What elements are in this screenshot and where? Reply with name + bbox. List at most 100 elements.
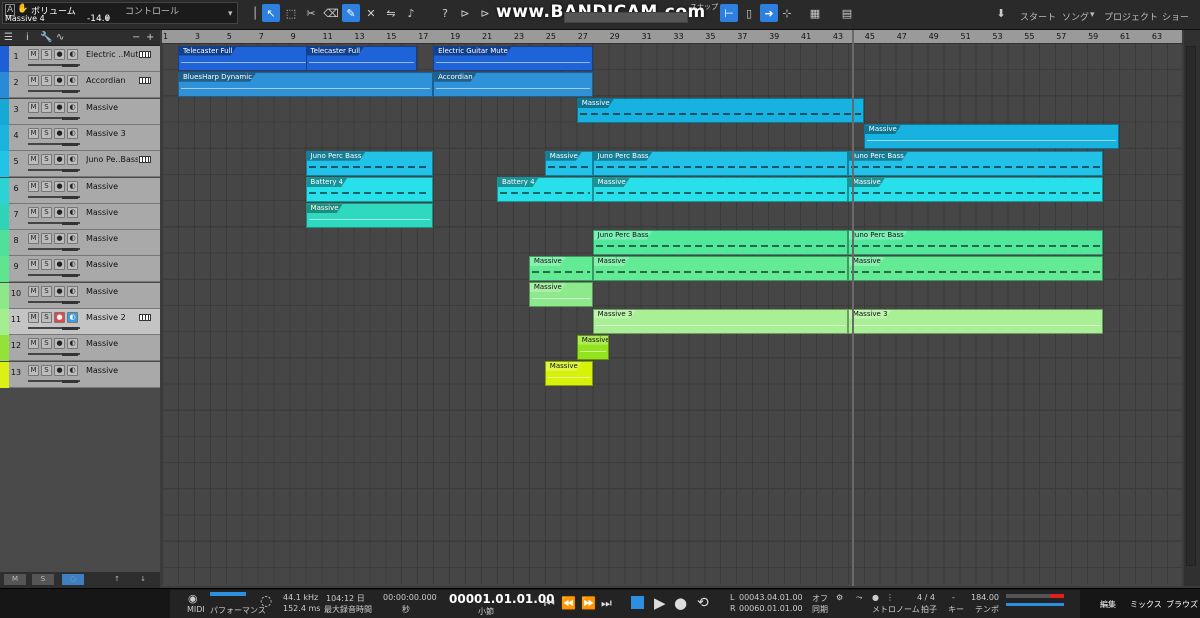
record-arm-icon[interactable]: ● [54, 180, 65, 192]
loop-left-value[interactable]: 00043.04.01.00 [739, 593, 803, 602]
solo-button[interactable]: S [41, 101, 52, 113]
monitor-icon[interactable]: ◐ [67, 259, 78, 271]
event-clip[interactable]: Juno Perc Bass [592, 229, 848, 255]
monitor-icon[interactable]: ◐ [67, 75, 78, 87]
event-clip[interactable]: Electric Guitar Mute [433, 45, 593, 71]
track-name[interactable]: Juno Pe..Bass [86, 155, 138, 164]
track-color-strip[interactable] [0, 72, 9, 99]
eraser-tool-icon[interactable]: ⌫ [322, 4, 340, 22]
bend-tool-icon[interactable]: ⇋ [382, 4, 400, 22]
sync-off[interactable]: オフ [812, 593, 828, 604]
track-header[interactable]: 3 M S ● ◐ Massive [0, 98, 160, 125]
wrench-icon[interactable]: 🔧 [40, 32, 52, 43]
fader-handle[interactable] [62, 327, 78, 330]
automation-icon[interactable]: ∿ [56, 32, 64, 43]
monitor-icon[interactable]: ◐ [67, 364, 78, 376]
event-clip[interactable]: Massive [528, 282, 593, 308]
track-name[interactable]: Massive 3 [86, 129, 138, 138]
track-name[interactable]: Massive [86, 366, 138, 375]
timeline-ruler[interactable]: 1 3 5 7 9 11 13 15 17 19 21 23 25 27 29 31 33 35 37 39 41 43 4… [162, 30, 1182, 44]
record-arm-icon[interactable]: ● [54, 101, 65, 113]
track-header[interactable]: 1 M S ● ◐ Electric ..Mute [0, 46, 160, 72]
browse-button[interactable]: ブラウズ [1166, 599, 1198, 610]
solo-button[interactable]: S [41, 154, 52, 166]
event-clip[interactable]: Accordian [433, 71, 593, 97]
edit-button[interactable]: 編集 [1100, 599, 1116, 610]
wrench-small-icon[interactable]: ⚙ [836, 593, 843, 602]
event-clip[interactable]: Massive [544, 150, 593, 176]
event-clip[interactable]: Massive [847, 255, 1104, 281]
go-to-end-icon[interactable]: ⏭ [601, 596, 612, 610]
track-color-strip[interactable] [0, 203, 9, 230]
help-icon[interactable]: ? [436, 4, 454, 22]
loop-right-value[interactable]: 00060.01.01.00 [739, 604, 803, 613]
scrollbar-thumb[interactable] [1186, 46, 1196, 566]
split-view-icon[interactable]: ⊹ [778, 4, 796, 22]
fader-handle[interactable] [62, 379, 78, 383]
fast-forward-icon[interactable]: ⏩ [581, 596, 596, 610]
record-arm-icon[interactable]: ● [54, 154, 65, 166]
event-clip[interactable]: Juno Perc Bass [847, 150, 1104, 176]
output-volume-slider[interactable] [1006, 603, 1064, 606]
event-clip[interactable]: Juno Perc Bass [592, 150, 848, 176]
track-header[interactable]: 10 M S ● ◐ Massive [0, 282, 160, 309]
solo-button[interactable]: S [41, 180, 52, 192]
grid-view-icon[interactable]: ▦ [806, 4, 824, 22]
fader-handle[interactable] [62, 195, 78, 199]
fader-handle[interactable] [62, 90, 78, 94]
event-clip[interactable]: Massive [305, 203, 434, 229]
fader-handle[interactable] [62, 221, 78, 225]
film-icon[interactable]: ▤ [838, 4, 856, 22]
fader-handle[interactable] [62, 274, 78, 278]
loop-icon[interactable]: ⟲ [697, 596, 709, 610]
track-name[interactable]: Massive 2 [86, 313, 138, 322]
event-clip[interactable]: Massive 3 [592, 308, 848, 334]
tempo-value[interactable]: 184.00 [971, 593, 999, 602]
solo-button[interactable]: S [41, 233, 52, 245]
record-arm-icon[interactable]: ● [54, 127, 65, 139]
track-name[interactable]: Accordian [86, 76, 138, 85]
listen-tool-icon[interactable]: ♪ [402, 4, 420, 22]
mute-button[interactable]: M [28, 49, 39, 60]
snap-dropdown[interactable] [564, 12, 688, 23]
track-header[interactable]: 13 M S ● ◐ Massive [0, 361, 160, 388]
mute-button[interactable]: M [28, 259, 39, 271]
monitor-all-icon[interactable]: ◌ [62, 574, 84, 585]
inspector-icon[interactable]: i [26, 32, 29, 43]
track-name[interactable]: Massive [86, 339, 138, 348]
event-clip[interactable]: Battery 4 [496, 177, 593, 202]
record-arm-icon[interactable]: ● [54, 75, 65, 87]
track-color-strip[interactable] [0, 361, 9, 388]
record-arm-icon[interactable]: ● [54, 285, 65, 297]
paint-tool-icon[interactable]: ✎ [342, 4, 360, 22]
monitor-icon[interactable]: ◐ [67, 285, 78, 297]
mute-all-button[interactable]: M [4, 574, 26, 585]
solo-button[interactable]: S [41, 75, 52, 87]
mute-button[interactable]: M [28, 338, 39, 350]
monitor-icon[interactable]: ◐ [67, 180, 78, 192]
mute-button[interactable]: M [28, 285, 39, 297]
track-name[interactable]: Massive [86, 103, 138, 112]
marker-icon[interactable]: ▯ [740, 4, 758, 22]
fader-handle[interactable] [62, 353, 78, 357]
fader-handle[interactable] [62, 64, 78, 67]
solo-button[interactable]: S [41, 259, 52, 271]
track-color-strip[interactable] [0, 98, 9, 125]
event-clip[interactable]: Juno Perc Bass [847, 229, 1104, 255]
split-tool-icon[interactable]: ✂ [302, 4, 320, 22]
mix-button[interactable]: ミックス [1130, 599, 1162, 610]
record-arm-icon[interactable]: ● [54, 206, 65, 218]
event-clip[interactable]: Massive [847, 177, 1104, 202]
project-page-link[interactable]: プロジェクト [1104, 10, 1158, 23]
track-name[interactable]: Massive [86, 182, 138, 191]
dropdown-icon[interactable]: ▾ [1090, 10, 1095, 20]
track-name[interactable]: Massive [86, 287, 138, 296]
rewind-icon[interactable]: ⏪ [561, 596, 576, 610]
record-icon[interactable]: ● [674, 596, 687, 611]
dropdown-icon[interactable]: ▾ [228, 9, 233, 19]
event-clip[interactable]: Telecaster Full [305, 45, 418, 71]
record-arm-icon[interactable]: ● [54, 233, 65, 245]
show-page-link[interactable]: ショー [1162, 10, 1189, 23]
track-color-strip[interactable] [0, 309, 9, 335]
add-track-icon[interactable]: + [146, 32, 154, 43]
